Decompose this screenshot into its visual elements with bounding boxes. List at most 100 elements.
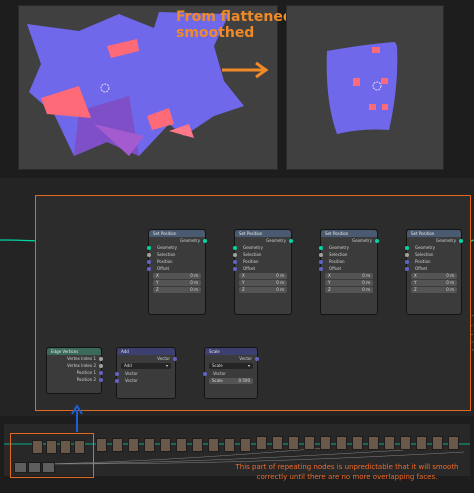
selection-input[interactable]: Selection (147, 251, 205, 258)
mini-node (320, 436, 331, 450)
offset-x-field[interactable]: X 0 m (411, 273, 457, 279)
set-position-node-4[interactable]: Set Position Geometry Geometry Selection… (405, 229, 463, 315)
offset-z-field[interactable]: Z 0 m (153, 287, 201, 293)
socket-label: Selection (243, 252, 262, 257)
vertex-index-1-output[interactable]: Vertex Index 1 (47, 355, 103, 362)
geometry-output[interactable]: Geometry (407, 237, 463, 244)
socket-label: Vector (125, 371, 138, 376)
selection-input[interactable]: Selection (319, 251, 377, 258)
geometry-input[interactable]: Geometry (405, 244, 461, 251)
socket-label: Geometry (266, 238, 286, 243)
offset-input[interactable]: Offset (147, 265, 205, 272)
field-label: Scale (212, 378, 223, 383)
field-value: 0 m (190, 280, 198, 285)
socket-label: Vertex Index 2 (67, 363, 96, 368)
node-title: Set Position (407, 230, 461, 237)
offset-z-field[interactable]: Z 0 m (411, 287, 457, 293)
mini-node (400, 436, 411, 450)
geometry-output[interactable]: Geometry (235, 237, 293, 244)
field-label: X (328, 273, 331, 278)
offset-y-field[interactable]: Y 0 m (411, 280, 457, 286)
mini-node (432, 436, 443, 450)
position-input[interactable]: Position (405, 258, 461, 265)
chevron-down-icon: ▾ (247, 363, 250, 368)
mini-node (176, 438, 187, 452)
field-label: X (156, 273, 159, 278)
set-position-node-2[interactable]: Set Position Geometry Geometry Selection… (233, 229, 293, 315)
offset-y-field[interactable]: Y 0 m (325, 280, 373, 286)
mini-node (368, 436, 379, 450)
socket-label: Position (243, 259, 259, 264)
geometry-input[interactable]: Geometry (233, 244, 291, 251)
offset-y-field[interactable]: Y 0 m (153, 280, 201, 286)
mini-node (96, 438, 107, 452)
node-title: Set Position (321, 230, 377, 237)
vector-input-2[interactable]: Vector (115, 377, 175, 384)
operation-dropdown[interactable]: Add ▾ (121, 363, 171, 369)
position-1-output[interactable]: Position 1 (47, 369, 103, 376)
socket-label: Offset (157, 266, 170, 271)
vector-output[interactable]: Vector (117, 355, 177, 362)
position-input[interactable]: Position (319, 258, 377, 265)
operation-dropdown[interactable]: Scale ▾ (209, 363, 253, 369)
socket-label: Vertex Index 1 (67, 356, 96, 361)
vector-input-1[interactable]: Vector (115, 370, 175, 377)
field-value: 0.500 (238, 378, 250, 383)
node-title: Edge Vertices (47, 348, 101, 355)
offset-input[interactable]: Offset (405, 265, 461, 272)
socket-label: Geometry (180, 238, 200, 243)
vector-scale-node[interactable]: Scale Vector Scale ▾ Vector Scale 0.500 (203, 347, 259, 399)
socket-label: Geometry (329, 245, 349, 250)
socket-label: Geometry (352, 238, 372, 243)
socket-label: Vector (125, 378, 138, 383)
position-input[interactable]: Position (233, 258, 291, 265)
field-value: 0 m (362, 273, 370, 278)
geometry-input[interactable]: Geometry (147, 244, 205, 251)
vector-input[interactable]: Vector (203, 370, 257, 377)
selection-input[interactable]: Selection (233, 251, 291, 258)
geometry-input[interactable]: Geometry (319, 244, 377, 251)
socket-label: Selection (415, 252, 434, 257)
node-title: Set Position (235, 230, 291, 237)
offset-x-field[interactable]: X 0 m (239, 273, 287, 279)
mini-node (256, 436, 267, 450)
mini-node (288, 436, 299, 450)
set-position-node-3[interactable]: Set Position Geometry Geometry Selection… (319, 229, 379, 315)
vector-output[interactable]: Vector (205, 355, 259, 362)
offset-input[interactable]: Offset (233, 265, 291, 272)
position-2-output[interactable]: Position 2 (47, 376, 103, 383)
geometry-output[interactable]: Geometry (149, 237, 207, 244)
mini-node (144, 438, 155, 452)
scale-field[interactable]: Scale 0.500 (209, 378, 253, 384)
socket-label: Geometry (415, 245, 435, 250)
highlight-frame (10, 433, 94, 478)
chevron-down-icon: ▾ (165, 363, 168, 368)
selection-input[interactable]: Selection (405, 251, 461, 258)
offset-y-field[interactable]: Y 0 m (239, 280, 287, 286)
field-value: 0 m (276, 273, 284, 278)
offset-x-field[interactable]: X 0 m (325, 273, 373, 279)
mini-node (128, 438, 139, 452)
offset-z-field[interactable]: Z 0 m (325, 287, 373, 293)
offset-z-field[interactable]: Z 0 m (239, 287, 287, 293)
field-label: Z (156, 287, 159, 292)
mini-node (160, 438, 171, 452)
field-value: 0 m (446, 280, 454, 285)
geometry-output[interactable]: Geometry (321, 237, 379, 244)
set-position-node-1[interactable]: Set Position Geometry Geometry Selection… (147, 229, 207, 315)
offset-input[interactable]: Offset (319, 265, 377, 272)
position-input[interactable]: Position (147, 258, 205, 265)
mini-node (240, 438, 251, 452)
mini-node (384, 436, 395, 450)
mini-node (192, 438, 203, 452)
node-title: Add (117, 348, 175, 355)
vertex-index-2-output[interactable]: Vertex Index 2 (47, 362, 103, 369)
offset-x-field[interactable]: X 0 m (153, 273, 201, 279)
mini-node (224, 438, 235, 452)
socket-label: Position 1 (76, 370, 96, 375)
edge-vertices-node[interactable]: Edge Vertices Vertex Index 1 Vertex Inde… (46, 347, 103, 394)
socket-label: Geometry (157, 245, 177, 250)
socket-label: Vector (239, 356, 252, 361)
vector-add-node[interactable]: Add Vector Add ▾ Vector Vector (115, 347, 177, 399)
socket-label: Selection (157, 252, 176, 257)
